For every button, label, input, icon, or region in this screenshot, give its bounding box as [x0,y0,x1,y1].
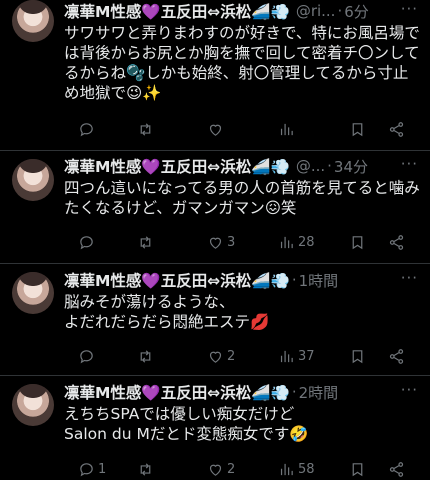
tweet-actions: 1 2 58 [64,458,418,480]
reply-button[interactable] [78,234,98,251]
heart-icon [209,351,222,363]
bookmark-icon [352,122,363,136]
reply-icon [80,122,93,136]
tweet-actions: 2 37 [64,345,418,367]
views-button[interactable]: 58 [278,461,315,478]
reply-icon [80,349,93,363]
separator-dot: · [291,383,297,401]
share-button[interactable] [388,121,405,138]
tweet-text: えちちSPAでは優しい痴女だけど Salon du Mだとド変態痴女です🤣 [64,405,309,443]
retweet-button[interactable] [137,461,157,478]
share-button[interactable] [388,348,405,365]
tweet-header: 凛華M性感💜五反田⇔浜松🚄💨 · 2時間 [64,381,420,403]
bookmark-icon [352,349,363,363]
heart-icon [209,237,222,249]
timestamp[interactable]: 6分 [344,1,369,22]
avatar[interactable] [12,159,54,201]
retweet-icon [140,235,151,249]
retweet-button[interactable] [137,121,157,138]
share-button[interactable] [388,234,405,251]
more-options-icon[interactable]: ··· [401,155,418,173]
reply-icon [80,462,93,476]
reply-button[interactable] [78,121,98,138]
views-icon [280,123,293,135]
views-icon [280,236,293,248]
tweet-header: 凛華M性感💜五反田⇔浜松🚄💨 · 1時間 [64,269,420,291]
timestamp[interactable]: 1時間 [299,270,339,291]
views-icon [280,463,293,475]
display-name[interactable]: 凛華M性感💜五反田⇔浜松🚄💨 [64,381,290,403]
bookmark-button[interactable] [349,234,366,251]
tweet-content: 凛華M性感💜五反田⇔浜松🚄💨 @... · 34分 ··· 四つん這いになってる… [64,155,420,218]
tweet-content: 凛華M性感💜五反田⇔浜松🚄💨 · 2時間 ··· えちちSPAでは優しい痴女だけ… [64,381,420,444]
views-count: 37 [298,348,315,364]
reply-icon [80,235,93,249]
like-count: 2 [227,461,236,477]
retweet-button[interactable] [137,234,157,251]
reply-button[interactable] [78,348,98,365]
timeline-feed: 凛華M性感💜五反田⇔浜松🚄💨 @ri... · 6分 ··· サワサワと弄りまわ… [0,0,430,480]
share-icon [389,234,404,250]
separator-dot: · [337,2,343,20]
bookmark-button[interactable] [349,348,366,365]
like-count: 3 [227,234,236,250]
like-button[interactable]: 2 [207,348,235,365]
tweet[interactable]: 凛華M性感💜五反田⇔浜松🚄💨 · 2時間 ··· えちちSPAでは優しい痴女だけ… [0,376,430,480]
bookmark-icon [352,235,363,249]
reply-count: 1 [98,461,107,477]
views-count: 58 [298,461,315,477]
more-options-icon[interactable]: ··· [401,269,418,287]
like-count: 2 [227,348,236,364]
avatar[interactable] [12,384,54,426]
display-name[interactable]: 凛華M性感💜五反田⇔浜松🚄💨 [64,155,290,177]
bookmark-icon [352,462,363,476]
views-count: 28 [298,234,315,250]
retweet-icon [140,462,151,476]
tweet-header: 凛華M性感💜五反田⇔浜松🚄💨 @... · 34分 [64,155,420,177]
heart-icon [209,124,222,136]
tweet-actions: 3 28 [64,231,418,253]
tweet-text: 脳みそが蕩けるような、 よだれだらだら悶絶エステ💋 [64,293,270,331]
retweet-icon [140,122,151,136]
avatar[interactable] [12,0,54,42]
share-button[interactable] [388,461,405,478]
separator-dot: · [291,271,297,289]
tweet-text: サワサワと弄りまわすのが好きで、特にお風呂場では背後からお尻とか胸を撫で回して密… [64,24,420,102]
views-button[interactable]: 28 [278,234,315,251]
heart-icon [209,464,222,476]
like-button[interactable]: 2 [207,461,235,478]
display-name[interactable]: 凛華M性感💜五反田⇔浜松🚄💨 [64,269,290,291]
more-options-icon[interactable]: ··· [401,381,418,399]
like-button[interactable] [207,121,227,138]
bookmark-button[interactable] [349,461,366,478]
share-icon [389,121,404,137]
tweet-actions [64,118,418,140]
more-options-icon[interactable]: ··· [401,0,418,18]
views-button[interactable] [278,121,298,138]
tweet[interactable]: 凛華M性感💜五反田⇔浜松🚄💨 @ri... · 6分 ··· サワサワと弄りまわ… [0,0,430,151]
tweet-content: 凛華M性感💜五反田⇔浜松🚄💨 · 1時間 ··· 脳みそが蕩けるような、 よだれ… [64,269,420,332]
share-icon [389,461,404,477]
tweet-header: 凛華M性感💜五反田⇔浜松🚄💨 @ri... · 6分 [64,0,420,22]
user-handle[interactable]: @... [296,157,325,175]
tweet-content: 凛華M性感💜五反田⇔浜松🚄💨 @ri... · 6分 ··· サワサワと弄りまわ… [64,0,420,103]
separator-dot: · [327,157,332,175]
retweet-icon [140,349,151,363]
timestamp[interactable]: 34分 [334,156,368,177]
user-handle[interactable]: @ri... [296,2,336,20]
bookmark-button[interactable] [349,121,366,138]
tweet[interactable]: 凛華M性感💜五反田⇔浜松🚄💨 @... · 34分 ··· 四つん這いになってる… [0,151,430,264]
reply-button[interactable]: 1 [78,461,106,478]
avatar[interactable] [12,272,54,314]
timestamp[interactable]: 2時間 [299,382,339,403]
like-button[interactable]: 3 [207,234,235,251]
display-name[interactable]: 凛華M性感💜五反田⇔浜松🚄💨 [64,0,290,22]
tweet-text: 四つん這いになってる男の人の首筋を見てると噛みたくなるけど、ガマンガマン😖笑 [64,179,420,217]
share-icon [389,348,404,364]
tweet[interactable]: 凛華M性感💜五反田⇔浜松🚄💨 · 1時間 ··· 脳みそが蕩けるような、 よだれ… [0,264,430,376]
views-button[interactable]: 37 [278,348,315,365]
views-icon [280,350,293,362]
retweet-button[interactable] [137,348,157,365]
